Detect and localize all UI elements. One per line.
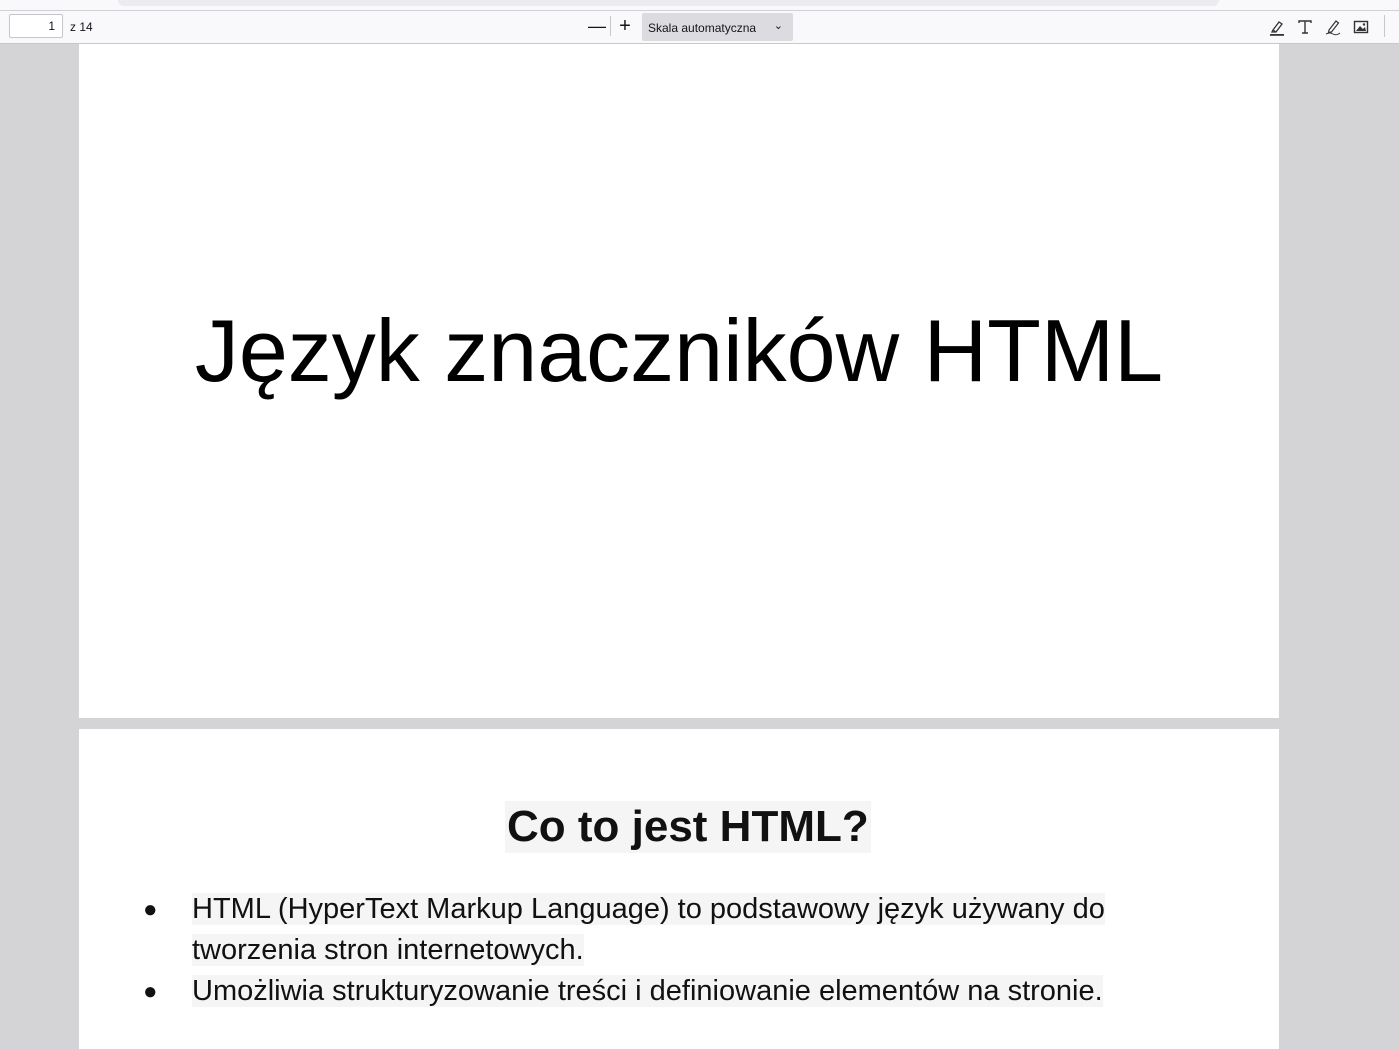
image-icon[interactable] xyxy=(1350,15,1372,39)
browser-top-strip xyxy=(0,0,1399,11)
scale-select[interactable]: Skala automatyczna ⌄ xyxy=(642,13,793,41)
draw-icon[interactable] xyxy=(1322,15,1344,39)
list-item-text: Umożliwia strukturyzowanie treści i defi… xyxy=(192,975,1103,1007)
pdf-page-1: Język znaczników HTML xyxy=(79,44,1279,718)
bullet-list: ● HTML (HyperText Markup Language) to po… xyxy=(143,889,1213,1012)
slide-title: Język znaczników HTML xyxy=(194,301,1164,400)
scale-select-value: Skala automatyczna xyxy=(648,21,757,35)
bullet-icon: ● xyxy=(143,978,158,1005)
pdf-toolbar: 1 z 14 — + Skala automatyczna ⌄ xyxy=(0,11,1399,44)
divider xyxy=(1384,15,1385,37)
bullet-icon: ● xyxy=(143,896,158,923)
zoom-in-button[interactable]: + xyxy=(616,15,634,37)
page-number-input[interactable]: 1 xyxy=(9,14,63,38)
page-count: z 14 xyxy=(70,20,93,34)
list-item: ● HTML (HyperText Markup Language) to po… xyxy=(143,889,1213,971)
chevron-down-icon: ⌄ xyxy=(773,20,783,32)
list-item-text: HTML (HyperText Markup Language) to pods… xyxy=(192,893,1105,966)
list-item: ● Umożliwia strukturyzowanie treści i de… xyxy=(143,971,1213,1012)
pdf-page-2: Co to jest HTML? ● HTML (HyperText Marku… xyxy=(79,729,1279,1049)
highlight-icon[interactable] xyxy=(1266,15,1288,39)
divider xyxy=(610,16,611,36)
text-icon[interactable] xyxy=(1294,15,1316,39)
zoom-out-button[interactable]: — xyxy=(588,15,606,37)
tab-strip xyxy=(118,0,1219,6)
slide-heading: Co to jest HTML? xyxy=(505,801,871,853)
